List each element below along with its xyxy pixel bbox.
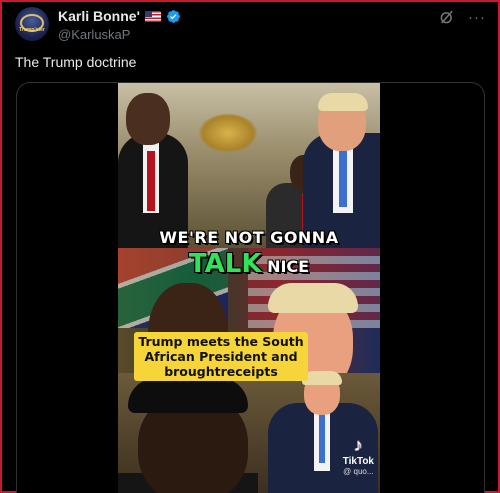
- us-flag-icon: [144, 10, 161, 22]
- display-name[interactable]: Karli Bonne': [58, 8, 140, 24]
- post-actions: ···: [438, 8, 486, 26]
- video-caption-nice: NICE: [267, 257, 310, 276]
- video-player[interactable]: WE'RE NOT GONNA TALK NICE Trump meets th…: [118, 83, 380, 493]
- verified-badge-icon[interactable]: [166, 9, 181, 24]
- media-card[interactable]: WE'RE NOT GONNA TALK NICE Trump meets th…: [16, 82, 485, 493]
- tiktok-watermark: ♪ TikTok @ quo...: [343, 435, 374, 476]
- tiktok-watermark-name: TikTok: [342, 456, 374, 467]
- video-caption-talk: TALK: [188, 249, 262, 279]
- video-scene-oval-office: [118, 83, 380, 253]
- more-options-icon[interactable]: ···: [468, 9, 486, 26]
- post-frame: Trump'ster Karli Bonne' @KarluskaP ··· T…: [0, 0, 500, 493]
- tiktok-watermark-handle: @ quo...: [343, 467, 374, 476]
- author-row: Karli Bonne': [58, 8, 181, 24]
- video-caption-line1: WE'RE NOT GONNA: [159, 228, 339, 247]
- tiktok-logo-icon: ♪: [353, 435, 363, 455]
- post-text: The Trump doctrine: [15, 54, 137, 70]
- avatar[interactable]: Trump'ster: [15, 7, 49, 41]
- avatar-text: Trump'ster: [19, 27, 45, 33]
- author-handle[interactable]: @KarluskaP: [58, 27, 130, 42]
- video-caption-line2: TALK NICE: [118, 249, 380, 279]
- video-subtitle: Trump meets the South African President …: [134, 332, 308, 381]
- video-scene-reaction: [118, 371, 380, 493]
- grok-icon[interactable]: [438, 8, 456, 26]
